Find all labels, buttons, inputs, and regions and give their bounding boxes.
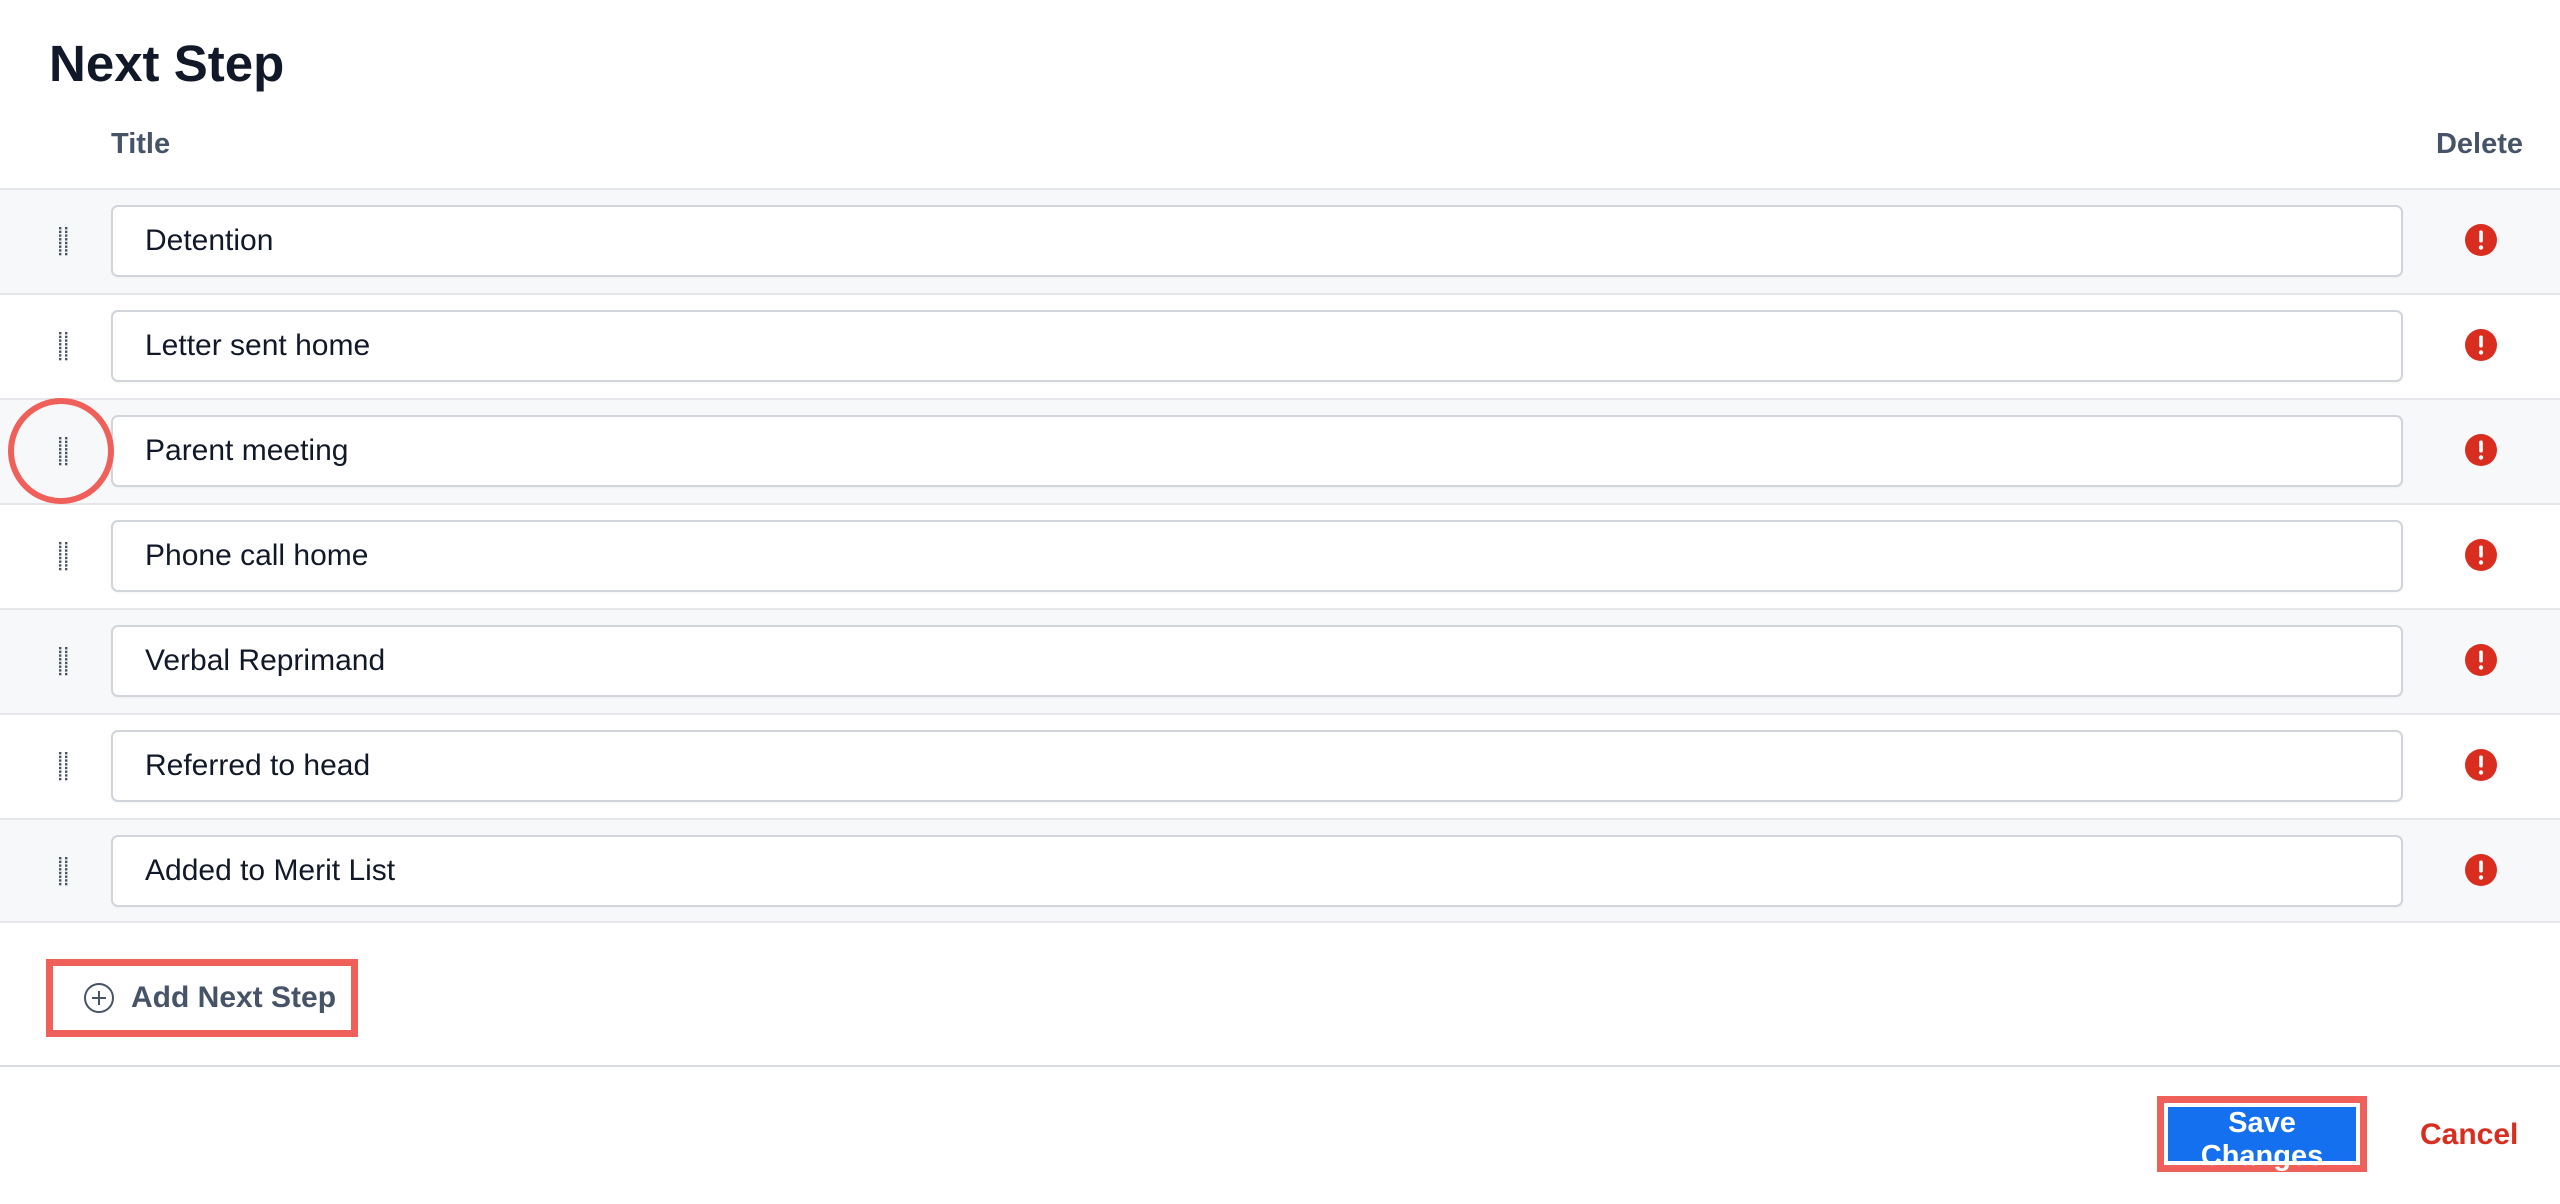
- next-step-editor: Next Step Title Delete Add Next Step Sav…: [0, 0, 2560, 1204]
- drag-handle-icon: [59, 856, 68, 885]
- table-row: [0, 398, 2560, 503]
- drag-handle-icon: [59, 436, 68, 465]
- delete-step-button[interactable]: [2463, 642, 2499, 678]
- cancel-button[interactable]: Cancel: [2420, 1111, 2518, 1159]
- drag-handle-icon: [59, 226, 68, 255]
- add-next-step-label: Add Next Step: [131, 981, 337, 1014]
- drag-handle[interactable]: [50, 715, 76, 816]
- drag-handle-icon: [59, 331, 68, 360]
- exclamation-circle-icon: [2465, 749, 2497, 781]
- step-title-input[interactable]: [111, 520, 2403, 592]
- exclamation-circle-icon: [2465, 329, 2497, 361]
- drag-handle[interactable]: [50, 190, 76, 291]
- drag-handle-icon: [59, 541, 68, 570]
- step-title-input[interactable]: [111, 625, 2403, 697]
- drag-handle[interactable]: [50, 505, 76, 606]
- drag-handle[interactable]: [50, 820, 76, 921]
- drag-handle[interactable]: [50, 295, 76, 396]
- step-title-input[interactable]: [111, 730, 2403, 802]
- step-title-input[interactable]: [111, 205, 2403, 277]
- save-changes-button[interactable]: Save Changes: [2168, 1107, 2356, 1172]
- delete-step-button[interactable]: [2463, 747, 2499, 783]
- page-title: Next Step: [49, 35, 285, 92]
- table-row: [0, 713, 2560, 818]
- column-header-title: Title: [111, 128, 171, 160]
- exclamation-circle-icon: [2465, 644, 2497, 676]
- column-header-delete: Delete: [2435, 128, 2523, 160]
- table-row: [0, 503, 2560, 608]
- step-title-input[interactable]: [111, 835, 2403, 907]
- table-row: [0, 818, 2560, 923]
- delete-step-button[interactable]: [2463, 537, 2499, 573]
- drag-handle-icon: [59, 751, 68, 780]
- next-step-list: [0, 188, 2560, 923]
- delete-step-button[interactable]: [2463, 327, 2499, 363]
- table-row: [0, 188, 2560, 293]
- footer-divider: [0, 1065, 2560, 1067]
- drag-handle[interactable]: [50, 610, 76, 711]
- exclamation-circle-icon: [2465, 224, 2497, 256]
- plus-circle-icon: [84, 983, 114, 1013]
- exclamation-circle-icon: [2465, 539, 2497, 571]
- exclamation-circle-icon: [2465, 434, 2497, 466]
- step-title-input[interactable]: [111, 415, 2403, 487]
- step-title-input[interactable]: [111, 310, 2403, 382]
- save-highlight-annotation: Save Changes: [2157, 1096, 2367, 1172]
- table-row: [0, 293, 2560, 398]
- delete-step-button[interactable]: [2463, 432, 2499, 468]
- delete-step-button[interactable]: [2463, 852, 2499, 888]
- drag-handle-icon: [59, 646, 68, 675]
- drag-handle[interactable]: [50, 400, 76, 501]
- delete-step-button[interactable]: [2463, 222, 2499, 258]
- add-next-step-button[interactable]: Add Next Step: [46, 959, 358, 1037]
- exclamation-circle-icon: [2465, 854, 2497, 886]
- table-row: [0, 608, 2560, 713]
